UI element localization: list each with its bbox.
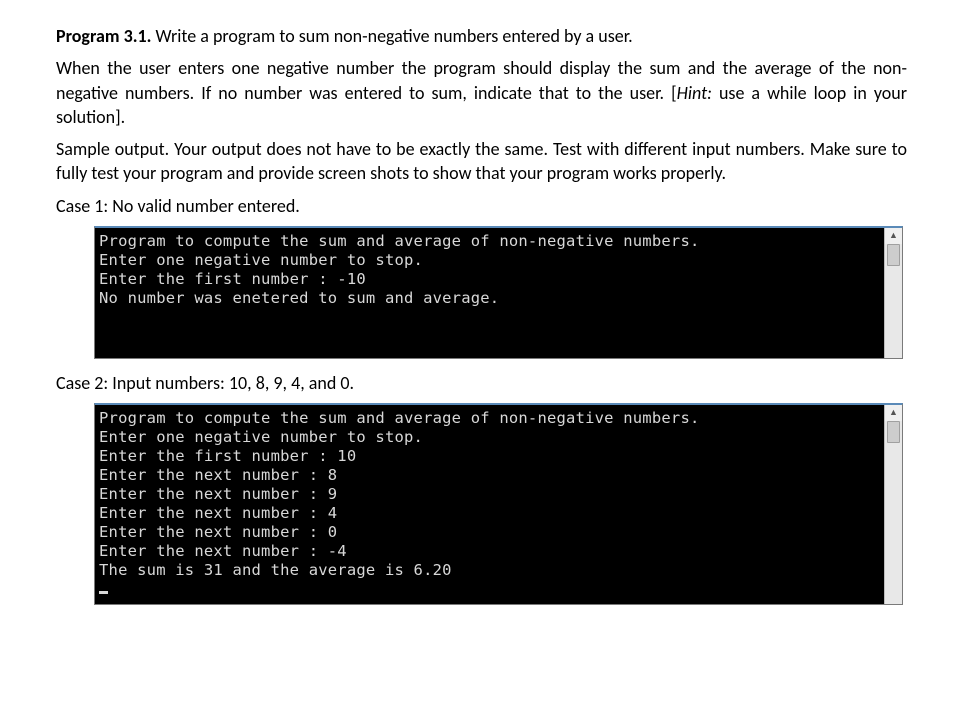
scroll-up-arrow-icon[interactable]: ▲	[885, 405, 902, 421]
scrollbar-case1[interactable]: ▲	[884, 228, 902, 358]
console-output-case2: Program to compute the sum and average o…	[95, 405, 884, 604]
case1-label: Case 1: No valid number entered.	[56, 194, 907, 218]
program-heading: Program 3.1. Write a program to sum non-…	[56, 24, 907, 48]
scroll-thumb[interactable]	[887, 421, 900, 443]
case2-label: Case 2: Input numbers: 10, 8, 9, 4, and …	[56, 371, 907, 395]
scrollbar-case2[interactable]: ▲	[884, 405, 902, 604]
scroll-up-arrow-icon[interactable]: ▲	[885, 228, 902, 244]
cursor-icon	[99, 591, 108, 594]
hint-label: Hint:	[677, 82, 712, 104]
scroll-track[interactable]	[885, 421, 902, 604]
scroll-track[interactable]	[885, 244, 902, 358]
console-output-case1: Program to compute the sum and average o…	[95, 228, 884, 358]
scroll-thumb[interactable]	[887, 244, 900, 266]
program-title-rest: Write a program to sum non-negative numb…	[151, 25, 632, 47]
console-window-case1: Program to compute the sum and average o…	[94, 226, 903, 359]
console-text-case2: Program to compute the sum and average o…	[99, 409, 700, 578]
description-paragraph-2: Sample output. Your output does not have…	[56, 137, 907, 186]
program-number: Program 3.1.	[56, 25, 151, 47]
description-paragraph-1: When the user enters one negative number…	[56, 56, 907, 129]
console-window-case2: Program to compute the sum and average o…	[94, 403, 903, 605]
